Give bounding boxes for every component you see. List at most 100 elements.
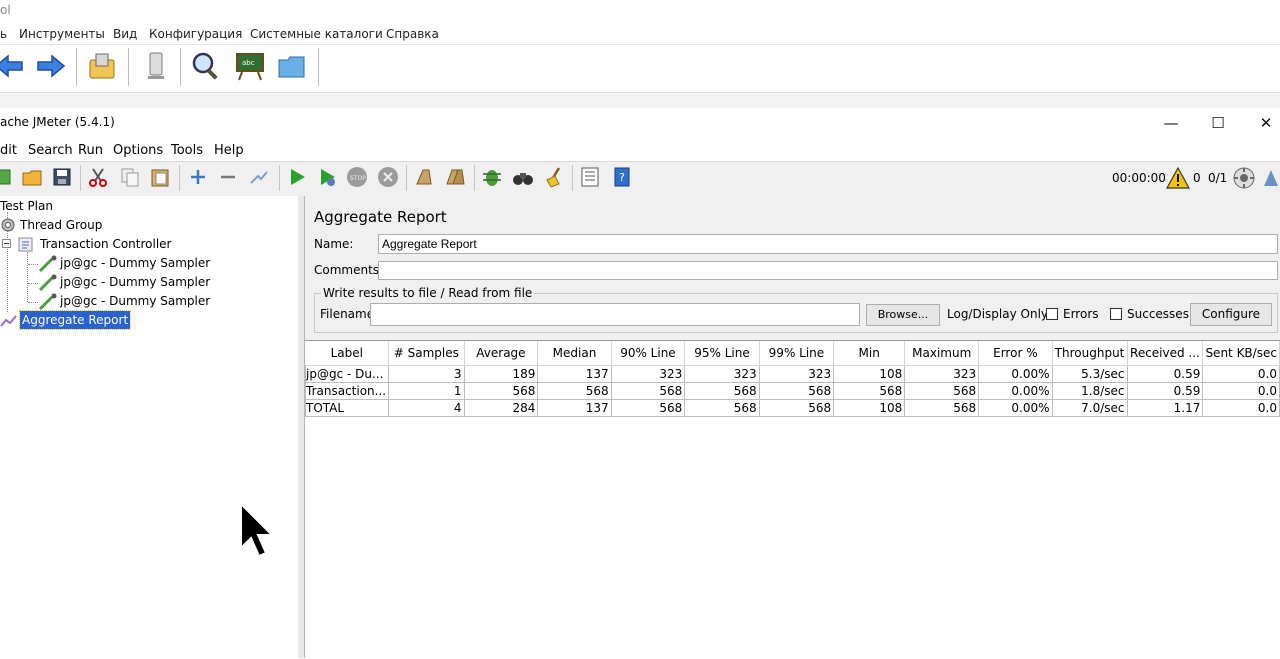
results-table: Label # Samples Average Median 90% Line 95% L… — [304, 341, 1280, 417]
table-cell: 1.17 — [1126, 399, 1204, 417]
bg-menu-config[interactable]: Конфигурация — [149, 27, 242, 41]
table-cell: 0.00% — [978, 382, 1053, 400]
column-header[interactable]: Median — [537, 341, 612, 366]
table-cell: 1 — [388, 382, 465, 400]
window-titlebar[interactable] — [0, 108, 1280, 138]
column-header[interactable]: Sent KB/sec — [1202, 341, 1280, 366]
warning-count: 0 — [1193, 171, 1201, 185]
table-cell: 0.0 — [1202, 365, 1280, 383]
menu-tools[interactable]: Tools — [171, 143, 203, 158]
column-header[interactable]: 95% Line — [684, 341, 760, 366]
minimize-button[interactable]: — — [1148, 110, 1194, 136]
open-icon[interactable] — [21, 166, 43, 188]
background-window-title: ol — [0, 0, 1280, 24]
maximize-button[interactable]: ☐ — [1195, 110, 1241, 136]
forward-arrow-icon[interactable] — [34, 50, 66, 82]
folder-up-icon[interactable] — [86, 50, 118, 82]
column-header[interactable]: Maximum — [904, 341, 980, 366]
clear-icon[interactable] — [413, 166, 435, 188]
toggle-icon[interactable] — [248, 166, 270, 188]
search-binoculars-icon[interactable] — [512, 166, 534, 188]
close-button[interactable]: ✕ — [1243, 110, 1280, 136]
clear-all-icon[interactable] — [444, 166, 466, 188]
table-cell: 323 — [610, 365, 686, 383]
comments-field[interactable] — [378, 261, 1278, 280]
column-header[interactable]: Throughput — [1052, 341, 1128, 366]
table-cell: 108 — [833, 365, 906, 383]
bg-menu-item[interactable]: ь — [0, 27, 7, 41]
errors-checkbox[interactable] — [1046, 308, 1058, 320]
copy-icon[interactable] — [119, 166, 141, 188]
column-header[interactable]: Label — [305, 341, 390, 366]
bg-menu-catalogs[interactable]: Системные каталоги — [250, 27, 383, 41]
tree-item-label: jp@gc - Dummy Sampler — [60, 294, 211, 308]
expand-all-icon[interactable] — [187, 166, 209, 188]
configure-button[interactable]: Configure — [1190, 303, 1272, 326]
save-icon[interactable] — [51, 166, 73, 188]
column-header[interactable]: 90% Line — [611, 341, 686, 366]
table-cell: 137 — [537, 365, 612, 383]
table-row[interactable]: TOTAL 4 284 137 568 568 568 108 568 0.00% 7.0/sec 1… — [304, 399, 1280, 417]
back-arrow-icon[interactable] — [0, 50, 26, 82]
menu-search[interactable]: Search — [28, 143, 73, 158]
collapse-toggle-icon[interactable] — [2, 239, 11, 248]
filename-field[interactable] — [370, 303, 860, 326]
table-cell: 5.3/sec — [1051, 365, 1128, 383]
cut-icon[interactable] — [87, 166, 109, 188]
column-header[interactable]: 99% Line — [759, 341, 835, 366]
magnifier-icon[interactable] — [190, 50, 222, 82]
table-cell: 568 — [537, 382, 612, 400]
table-cell: Transaction... — [304, 382, 390, 400]
tree-item-test-plan[interactable]: Test Plan — [0, 197, 53, 215]
bg-menu-view[interactable]: Вид — [113, 27, 137, 41]
remote-status-icon — [1233, 167, 1255, 189]
warning-icon[interactable] — [1166, 167, 1190, 189]
open-folder-icon[interactable] — [276, 50, 308, 82]
table-row[interactable]: jp@gc - Du... 3 189 137 323 323 323 108 323 0.00%… — [304, 365, 1280, 383]
split-pane-divider[interactable] — [298, 196, 305, 658]
successes-checkbox[interactable] — [1110, 308, 1122, 320]
pipette-icon — [38, 293, 57, 310]
menu-help[interactable]: Help — [214, 143, 244, 158]
shutdown-icon[interactable] — [377, 166, 399, 188]
table-cell: 3 — [388, 365, 465, 383]
file-fieldset-legend: Write results to file / Read from file — [321, 286, 535, 300]
menu-run[interactable]: Run — [78, 143, 103, 158]
stop-icon[interactable]: STOP — [346, 166, 368, 188]
start-icon[interactable] — [286, 166, 308, 188]
table-row[interactable]: Transaction... 1 568 568 568 568 568 568 568 0.00… — [304, 382, 1280, 400]
bg-menu-help[interactable]: Справка — [386, 27, 439, 41]
column-header[interactable]: Received ... — [1127, 341, 1204, 366]
tree-item-label: Transaction Controller — [40, 237, 172, 251]
column-header[interactable]: Error % — [978, 341, 1053, 366]
svg-text:STOP: STOP — [350, 175, 366, 182]
collapse-all-icon[interactable] — [217, 166, 239, 188]
log-viewer-icon[interactable] — [579, 166, 601, 188]
table-cell: 568 — [684, 399, 760, 417]
name-field[interactable] — [378, 234, 1278, 254]
chalkboard-icon[interactable]: abc — [234, 50, 266, 82]
menu-options[interactable]: Options — [113, 143, 163, 158]
paste-icon[interactable] — [149, 166, 171, 188]
tree-icon[interactable] — [1262, 168, 1280, 188]
gear-icon — [1, 218, 15, 232]
column-header[interactable]: Min — [833, 341, 906, 366]
table-cell: 568 — [904, 382, 980, 400]
table-cell: 568 — [758, 399, 835, 417]
column-header[interactable]: Average — [464, 341, 539, 366]
server-icon[interactable] — [140, 50, 172, 82]
table-cell: 0.59 — [1126, 382, 1204, 400]
start-no-pauses-icon[interactable] — [316, 166, 338, 188]
column-header[interactable]: # Samples — [388, 341, 465, 366]
table-header-row: Label # Samples Average Median 90% Line 95% L… — [305, 341, 1280, 366]
menu-edit[interactable]: dit — [0, 143, 17, 158]
bg-menu-tools[interactable]: Инструменты — [19, 27, 105, 41]
reset-search-broom-icon[interactable] — [543, 166, 565, 188]
help-book-icon[interactable]: ? — [611, 166, 633, 188]
function-helper-icon[interactable] — [481, 166, 503, 188]
chart-icon — [0, 315, 17, 327]
mouse-cursor-icon — [240, 503, 274, 558]
browse-button[interactable]: Browse... — [866, 304, 940, 326]
filename-label: Filename — [320, 307, 375, 321]
templates-icon[interactable] — [0, 166, 14, 188]
